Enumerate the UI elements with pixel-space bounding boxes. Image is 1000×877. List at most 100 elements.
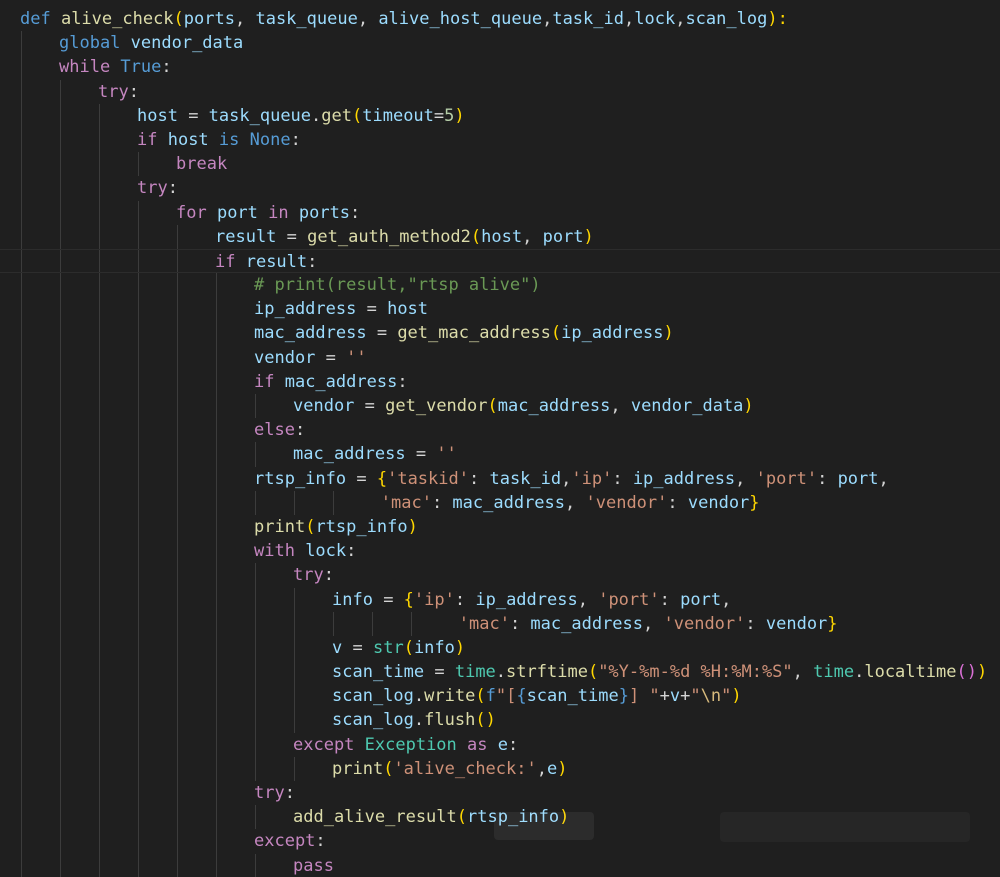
- code-token: ,: [542, 9, 553, 29]
- code-token: =: [366, 323, 398, 344]
- indent-guide: [138, 684, 139, 709]
- code-line[interactable]: pass: [0, 853, 1000, 877]
- code-line[interactable]: vendor = get_vendor(mac_address, vendor_…: [0, 394, 1000, 419]
- indent-guide: [60, 466, 61, 491]
- line-content: rtsp_info = {'taskid': task_id,'ip': ip_…: [254, 467, 889, 491]
- code-line[interactable]: scan_log.write(f"[{scan_time}] "+v+"\n"): [0, 684, 1000, 709]
- code-line[interactable]: break: [0, 152, 1000, 177]
- code-token: ,: [522, 226, 543, 247]
- code-token: :: [509, 613, 531, 634]
- indent-guide: [255, 732, 256, 757]
- code-line[interactable]: else:: [0, 418, 1000, 443]
- code-token: vendor: [687, 492, 750, 513]
- indent-guide: [60, 708, 61, 733]
- code-line[interactable]: vendor = '': [0, 345, 1000, 370]
- indent-guide: [216, 321, 217, 346]
- code-line[interactable]: with lock:: [0, 539, 1000, 564]
- code-line[interactable]: 'mac': mac_address, 'vendor': vendor}: [0, 611, 1000, 636]
- code-line[interactable]: for port in ports:: [0, 200, 1000, 225]
- code-line[interactable]: try:: [0, 781, 1000, 806]
- code-line[interactable]: print(rtsp_info): [0, 514, 1000, 540]
- code-token: .: [413, 710, 425, 731]
- indent-guide: [255, 684, 256, 709]
- code-token: :: [167, 178, 178, 199]
- indent-guide: [138, 563, 139, 588]
- code-line[interactable]: def alive_check(ports, task_queue, alive…: [0, 7, 1000, 31]
- code-line[interactable]: while True:: [0, 55, 1000, 80]
- code-token: info: [413, 637, 455, 658]
- indent-guide: [60, 587, 61, 612]
- indent-guide: [216, 418, 217, 443]
- code-token: 'mac': [380, 492, 432, 513]
- code-line[interactable]: try:: [0, 563, 1000, 588]
- indent-guide: [99, 587, 100, 612]
- code-line[interactable]: mac_address = '': [0, 442, 1000, 467]
- code-line[interactable]: info = {'ip': ip_address, 'port': port,: [0, 587, 1000, 612]
- indent-guide: [177, 369, 178, 394]
- indent-guide: [21, 127, 22, 153]
- code-line[interactable]: 'mac': mac_address, 'vendor': vendor}: [0, 490, 1000, 515]
- code-line[interactable]: v = str(info): [0, 635, 1000, 661]
- code-token: =: [346, 468, 377, 489]
- code-line[interactable]: # print(result,"rtsp alive"): [0, 273, 1000, 298]
- indent-guide: [216, 660, 217, 685]
- line-content: scan_time = time.strftime("%Y-%m-%d %H:%…: [332, 660, 987, 684]
- indent-guide: [255, 853, 256, 877]
- code-line[interactable]: ip_address = host: [0, 297, 1000, 322]
- code-editor[interactable]: def alive_check(ports, task_queue, alive…: [0, 0, 1000, 877]
- line-content: info = {'ip': ip_address, 'port': port,: [332, 588, 731, 612]
- indent-guide: [138, 394, 139, 419]
- code-token: :: [468, 468, 490, 489]
- code-token: :: [128, 81, 139, 102]
- code-token: get: [321, 105, 352, 126]
- code-token: f: [485, 686, 496, 707]
- code-line[interactable]: print('alive_check:',e): [0, 756, 1000, 781]
- indent-guide: [99, 660, 100, 685]
- indent-guide: [411, 611, 412, 636]
- indent-guide: [99, 273, 100, 298]
- code-token: ip_address: [254, 299, 357, 320]
- code-token: 5: [444, 105, 455, 126]
- code-token: :: [290, 129, 301, 150]
- code-token: # print(result,"rtsp alive"): [254, 275, 541, 296]
- code-line[interactable]: try:: [0, 176, 1000, 201]
- code-token: 'port': [755, 468, 818, 489]
- code-line[interactable]: if result:: [0, 248, 1000, 274]
- indent-guide: [216, 684, 217, 709]
- code-token: task_id: [552, 9, 624, 29]
- code-line[interactable]: result = get_auth_method2(host, port): [0, 224, 1000, 249]
- indent-guide: [294, 708, 295, 733]
- indent-guide: [216, 345, 217, 370]
- code-token: :: [307, 251, 318, 272]
- code-line[interactable]: if mac_address:: [0, 369, 1000, 394]
- code-line[interactable]: scan_log.flush(): [0, 708, 1000, 733]
- indent-guide: [138, 829, 139, 854]
- indent-guide: [138, 369, 139, 394]
- code-line[interactable]: rtsp_info = {'taskid': task_id,'ip': ip_…: [0, 466, 1000, 491]
- code-token: (: [352, 105, 363, 126]
- code-line[interactable]: try:: [0, 79, 1000, 104]
- code-line[interactable]: host = task_queue.get(timeout=5): [0, 103, 1000, 128]
- indent-guide: [294, 756, 295, 781]
- indent-guide: [99, 514, 100, 540]
- code-line[interactable]: global vendor_data: [0, 31, 1000, 56]
- indent-guide: [216, 587, 217, 612]
- code-token: ": [721, 686, 732, 707]
- indent-guide: [216, 490, 217, 515]
- code-token: :: [294, 420, 306, 441]
- indent-guide: [255, 611, 256, 636]
- indent-guide: [216, 708, 217, 733]
- indent-guide: [99, 732, 100, 757]
- indent-guide: [255, 635, 256, 661]
- code-line[interactable]: except Exception as e:: [0, 732, 1000, 757]
- code-line[interactable]: if host is None:: [0, 127, 1000, 153]
- indent-guide: [138, 611, 139, 636]
- indent-guide: [21, 224, 22, 249]
- indent-guide: [138, 732, 139, 757]
- indent-guide: [177, 684, 178, 709]
- code-line[interactable]: mac_address = get_mac_address(ip_address…: [0, 321, 1000, 346]
- line-content: except:: [254, 829, 326, 853]
- code-line[interactable]: scan_time = time.strftime("%Y-%m-%d %H:%…: [0, 660, 1000, 685]
- indent-guide: [216, 297, 217, 322]
- indent-guide: [60, 539, 61, 564]
